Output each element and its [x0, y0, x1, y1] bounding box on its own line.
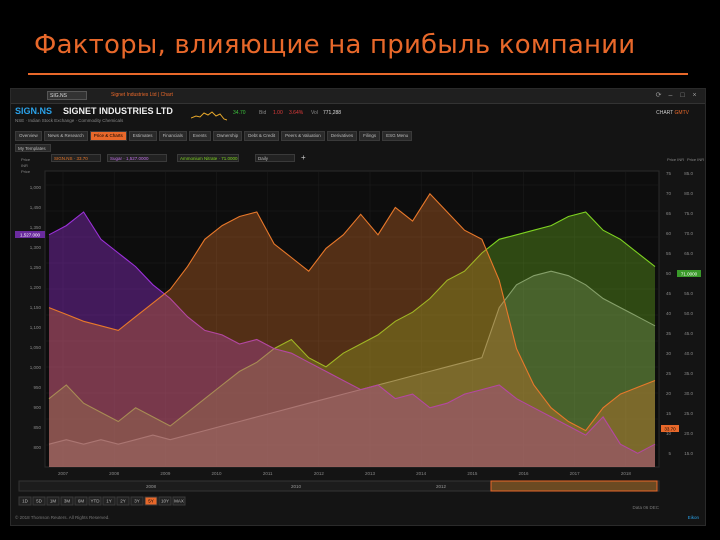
x-tick-label: 2014 [416, 471, 427, 476]
right-tick-label: 75 [666, 171, 672, 176]
left-axis-header: Price [21, 169, 31, 174]
title-divider [28, 73, 688, 75]
x-tick-label: 2015 [467, 471, 478, 476]
x-tick-label: 2013 [365, 471, 376, 476]
x-tick-label: 2017 [570, 471, 581, 476]
left-tick-label: 1,300 [30, 245, 42, 250]
slide-title: Факторы, влияющие на прибыль компании [34, 30, 636, 60]
orange-value-tag-text: 33.70 [664, 427, 676, 432]
range-button-label-6m[interactable]: 6M [78, 499, 85, 504]
navigator-selection [490, 480, 658, 492]
eikon-chart-window: SIG.NS Signet Industries Ltd | Chart ⟳ –… [10, 88, 706, 526]
range-button-label-3y[interactable]: 3Y [134, 499, 140, 504]
range-button-label-max[interactable]: MAX [174, 499, 184, 504]
right2-tick-label: 30.0 [684, 391, 693, 396]
navigator-tick: 2010 [291, 484, 302, 489]
right2-tick-label: 35.0 [684, 371, 693, 376]
right-tick-label: 65 [666, 211, 672, 216]
price-chart[interactable]: 1,000 1,450 1,350 1,300 1,250 1,200 1,150 1,100… [11, 89, 705, 525]
x-tick-label: 2018 [621, 471, 632, 476]
left-tick-label: 1,100 [30, 325, 42, 330]
right2-tick-label: 45.0 [684, 331, 693, 336]
left-tick-label: 1,250 [30, 265, 42, 270]
left-tick-label: 850 [33, 425, 41, 430]
left-tick-label: 900 [33, 405, 41, 410]
right-tick-label: 45 [666, 291, 672, 296]
right-tick-label: 25 [666, 371, 672, 376]
right2-tick-label: 80.0 [684, 191, 693, 196]
right-tick-label: 40 [666, 311, 672, 316]
right-axis-header: Price INR [687, 157, 704, 162]
copyright-text: © 2018 Thomson Reuters. All Rights Reser… [15, 515, 110, 520]
right2-tick-label: 40.0 [684, 351, 693, 356]
right2-tick-label: 15.0 [684, 451, 693, 456]
range-button-label-10y[interactable]: 10Y [161, 499, 169, 504]
navigator-tick: 2012 [436, 484, 447, 489]
x-tick-label: 2008 [109, 471, 120, 476]
left-tick-label: 1,150 [30, 305, 42, 310]
range-button-label-1y[interactable]: 1Y [106, 499, 112, 504]
right2-tick-label: 20.0 [684, 431, 693, 436]
x-tick-label: 2016 [518, 471, 529, 476]
x-tick-label: 2009 [160, 471, 171, 476]
right2-tick-label: 70.0 [684, 231, 693, 236]
x-tick-label: 2011 [263, 471, 273, 476]
right-axis-header: Price INR [667, 157, 684, 162]
left-tick-label: 800 [33, 445, 41, 450]
left-tick-label: 1,200 [30, 285, 42, 290]
range-button-label-2y[interactable]: 2Y [120, 499, 126, 504]
status-bar: © 2018 Thomson Reuters. All Rights Reser… [11, 505, 705, 525]
right-tick-label: 55 [666, 251, 672, 256]
status-right: Data 06 DEC [632, 505, 659, 510]
right-tick-label: 70 [666, 191, 672, 196]
right2-tick-label: 65.0 [684, 251, 693, 256]
right-tick-label: 20 [666, 391, 672, 396]
right-tick-label: 15 [666, 411, 672, 416]
x-tick-label: 2007 [58, 471, 69, 476]
right2-tick-label: 55.0 [684, 291, 693, 296]
right-tick-label: 30 [666, 351, 672, 356]
green-value-tag-text: 71.0000 [681, 272, 698, 277]
right-tick-label: 50 [666, 271, 672, 276]
left-tick-label: 1,450 [30, 205, 42, 210]
left-axis-header: INR [21, 163, 28, 168]
x-tick-label: 2012 [314, 471, 325, 476]
left-tick-label: 1,350 [30, 225, 42, 230]
left-tick-label: 1,000 [30, 365, 42, 370]
range-button-label-3m[interactable]: 3M [64, 499, 71, 504]
brand-label: Eikon [687, 515, 699, 520]
x-tick-label: 2010 [211, 471, 222, 476]
right2-tick-label: 25.0 [684, 411, 693, 416]
range-button-label-1d[interactable]: 1D [22, 499, 29, 504]
range-button-label-ytd[interactable]: YTD [91, 499, 101, 504]
right-tick-label: 35 [666, 331, 672, 336]
left-value-tag-text: 1,527.000 [20, 233, 41, 238]
left-tick-label: 1,050 [30, 345, 42, 350]
right2-tick-label: 85.0 [684, 171, 693, 176]
range-button-label-5y[interactable]: 5Y [148, 499, 154, 504]
range-button-label-5d[interactable]: 5D [36, 499, 43, 504]
right2-tick-label: 75.0 [684, 211, 693, 216]
right2-tick-label: 50.0 [684, 311, 693, 316]
range-button-label-1m[interactable]: 1M [50, 499, 57, 504]
right-tick-label: 5 [668, 451, 671, 456]
right-tick-label: 60 [666, 231, 672, 236]
left-tick-label: 1,000 [30, 185, 42, 190]
navigator-tick: 2008 [146, 484, 157, 489]
left-tick-label: 950 [33, 385, 41, 390]
left-axis-header: Price [21, 157, 31, 162]
